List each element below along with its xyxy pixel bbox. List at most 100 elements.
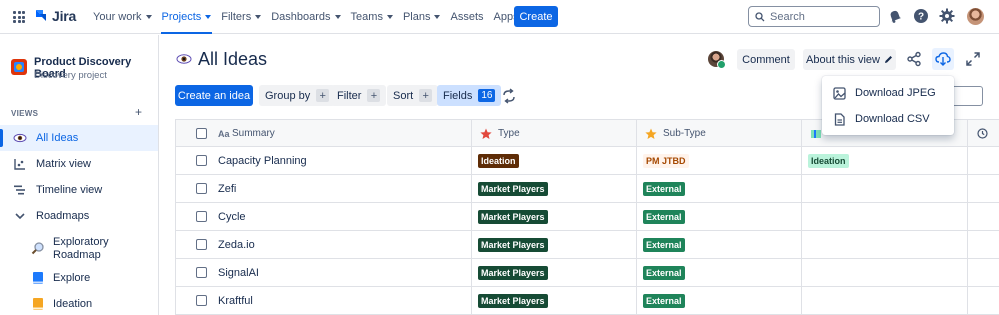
row-checkbox[interactable] [196,183,207,194]
subtype-cell[interactable]: External [637,259,802,286]
column-summary[interactable]: Aa Summary [176,120,472,147]
create-idea-button[interactable]: Create an idea [175,85,253,106]
notifications-icon[interactable] [887,8,903,24]
type-cell[interactable]: Market Players [472,175,637,202]
time-cell[interactable] [968,147,999,174]
select-all-checkbox[interactable] [196,128,207,139]
row-checkbox[interactable] [196,267,207,278]
sort-button[interactable]: Sort + [387,85,439,106]
sidebar-item-explore[interactable]: Explore [0,265,158,291]
nav-your-work[interactable]: Your work [88,0,157,34]
nav-label: Plans [402,11,431,23]
row-checkbox[interactable] [196,239,207,250]
nav-label: Filters [221,11,252,23]
create-button[interactable]: Create [514,6,558,27]
table-row[interactable]: Cycle Market Players External [176,203,999,231]
summary-cell[interactable]: Zeda.io [176,231,472,258]
idea-summary[interactable]: Zeda.io [218,239,255,251]
nav-teams[interactable]: Teams [346,0,398,34]
row-checkbox[interactable] [196,211,207,222]
column-subtype[interactable]: Sub-Type [637,120,802,147]
sidebar-item-all-ideas[interactable]: All Ideas [0,125,158,151]
sidebar-item-ideation[interactable]: Ideation [0,291,158,315]
sidebar-item-timeline-view[interactable]: Timeline view [0,177,158,203]
quick-search-input[interactable] [951,86,983,106]
summary-cell[interactable]: Capacity Planning [176,147,472,174]
type-cell[interactable]: Market Players [472,259,637,286]
time-cell[interactable] [968,175,999,202]
nav-filters[interactable]: Filters [216,0,266,34]
extra-cell[interactable] [802,175,968,202]
project-icon [11,59,27,75]
group-by-button[interactable]: Group by + [259,85,336,106]
sync-icon[interactable] [500,87,518,105]
time-cell[interactable] [968,287,999,314]
fields-count-badge: 16 [478,89,496,102]
column-type[interactable]: Type [472,120,637,147]
nav-plans[interactable]: Plans [398,0,446,34]
row-checkbox[interactable] [196,155,207,166]
download-jpeg-item[interactable]: Download JPEG [822,80,954,106]
extra-cell[interactable] [802,203,968,230]
subtype-cell[interactable]: External [637,203,802,230]
add-view-button[interactable]: + [135,105,142,119]
subtype-cell[interactable]: External [637,175,802,202]
fullscreen-icon[interactable] [965,51,981,67]
cloud-download-icon[interactable] [935,51,951,67]
time-cell[interactable] [968,203,999,230]
sidebar: Product Discovery Board Discovery projec… [0,35,159,315]
idea-summary[interactable]: Capacity Planning [218,155,307,167]
idea-summary[interactable]: Kraftful [218,295,253,307]
sidebar-item-matrix-view[interactable]: Matrix view [0,151,158,177]
table-row[interactable]: Capacity Planning Ideation PM JTBD Ideation [176,147,999,175]
user-avatar[interactable] [967,8,984,25]
subtype-cell[interactable]: PM JTBD [637,147,802,174]
summary-cell[interactable]: Kraftful [176,287,472,314]
nav-projects[interactable]: Projects [157,0,217,34]
extra-cell[interactable] [802,287,968,314]
settings-icon[interactable] [939,8,955,24]
table-row[interactable]: Kraftful Market Players External [176,287,999,315]
filter-button[interactable]: Filter + [331,85,387,106]
share-icon[interactable] [906,51,922,67]
search-input[interactable]: Search [748,6,880,27]
time-cell[interactable] [968,259,999,286]
search-placeholder: Search [770,10,805,23]
table-row[interactable]: Zefi Market Players External [176,175,999,203]
idea-summary[interactable]: SignalAI [218,267,259,279]
jira-logo[interactable]: Jira [34,8,76,24]
row-checkbox[interactable] [196,295,207,306]
type-cell[interactable]: Market Players [472,231,637,258]
comment-button[interactable]: Comment [737,49,795,70]
time-cell[interactable] [968,231,999,258]
nav-dashboards[interactable]: Dashboards [266,0,345,34]
sidebar-item-label: Roadmaps [36,210,90,222]
extra-cell[interactable] [802,231,968,258]
summary-cell[interactable]: Zefi [176,175,472,202]
summary-cell[interactable]: Cycle [176,203,472,230]
help-icon[interactable]: ? [913,8,929,24]
type-cell[interactable]: Market Players [472,203,637,230]
download-csv-item[interactable]: Download CSV [822,106,954,132]
type-cell[interactable]: Ideation [472,147,637,174]
viewer-avatar[interactable] [708,51,726,69]
subtype-cell[interactable]: External [637,287,802,314]
idea-summary[interactable]: Cycle [218,211,246,223]
extra-cell[interactable] [802,259,968,286]
summary-cell[interactable]: SignalAI [176,259,472,286]
sidebar-item-roadmaps[interactable]: Roadmaps [0,203,158,229]
idea-summary[interactable]: Zefi [218,183,236,195]
type-cell[interactable]: Market Players [472,287,637,314]
sidebar-item-label: Exploratory Roadmap [53,236,109,261]
about-this-view-button[interactable]: About this view [803,49,896,70]
column-time[interactable] [968,120,999,147]
nav-assets[interactable]: Assets [445,0,488,34]
extra-cell[interactable]: Ideation [802,147,968,174]
apps-grid-icon[interactable] [13,11,25,23]
fields-button[interactable]: Fields 16 [437,85,502,106]
sidebar-item-exploratory-roadmap[interactable]: Exploratory Roadmap [0,231,158,265]
subtype-cell[interactable]: External [637,231,802,258]
table-row[interactable]: Zeda.io Market Players External [176,231,999,259]
chevron-down-icon [434,15,441,19]
table-row[interactable]: SignalAI Market Players External [176,259,999,287]
